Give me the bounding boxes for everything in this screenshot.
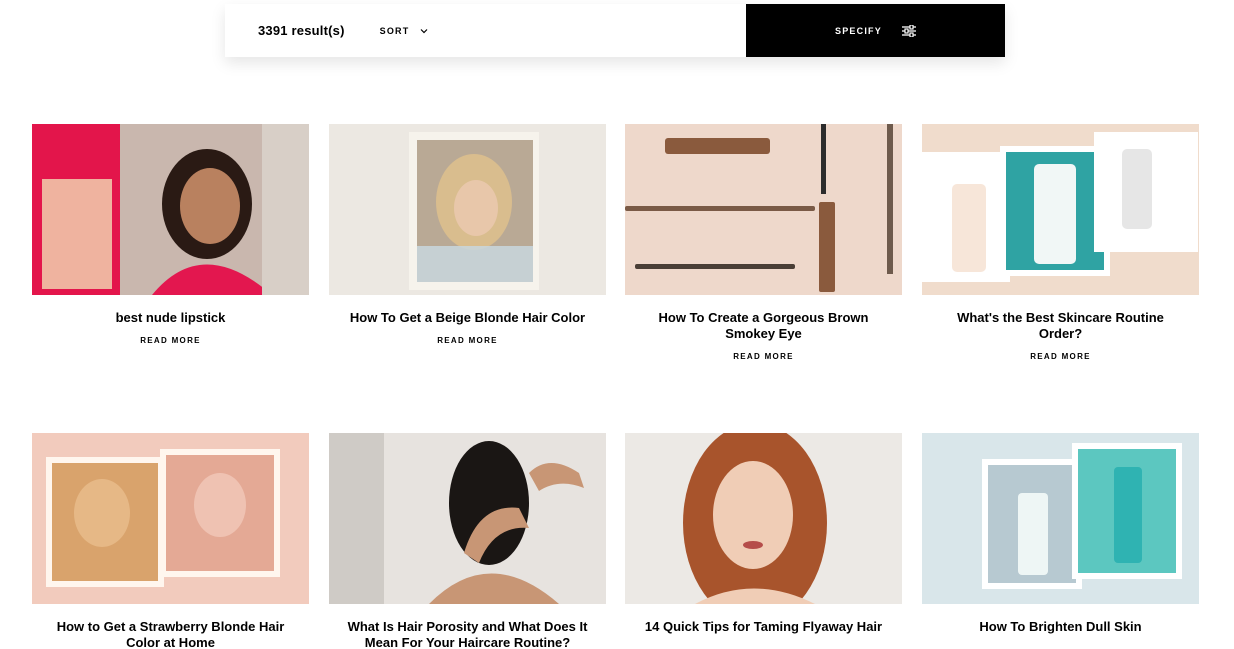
read-more-link[interactable]: READ MORE (140, 336, 201, 345)
article-title[interactable]: 14 Quick Tips for Taming Flyaway Hair (625, 619, 902, 635)
article-card: What's the Best Skincare Routine Order? … (922, 124, 1199, 364)
filter-sliders-icon (901, 24, 916, 37)
results-count: 3391 result(s) (258, 23, 345, 38)
article-card: What Is Hair Porosity and What Does It M… (329, 433, 606, 649)
read-more-link[interactable]: READ MORE (1030, 352, 1091, 361)
article-image[interactable] (32, 433, 309, 604)
article-title[interactable]: How to Get a Strawberry Blonde Hair Colo… (32, 619, 309, 649)
article-image[interactable] (922, 433, 1199, 604)
article-title[interactable]: What's the Best Skincare Routine Order? (922, 310, 1199, 342)
article-image[interactable] (922, 124, 1199, 295)
article-card: 14 Quick Tips for Taming Flyaway Hair (625, 433, 902, 635)
article-title[interactable]: How To Create a Gorgeous Brown Smokey Ey… (625, 310, 902, 342)
article-image[interactable] (329, 433, 606, 604)
article-card: How To Brighten Dull Skin (922, 433, 1199, 635)
article-image[interactable] (625, 124, 902, 295)
specify-label: SPECIFY (835, 25, 882, 36)
specify-button[interactable]: SPECIFY (746, 4, 1005, 57)
article-title[interactable]: best nude lipstick (32, 310, 309, 326)
article-image[interactable] (329, 124, 606, 295)
filter-bar: 3391 result(s) SORT SPECIFY (225, 4, 1005, 57)
chevron-down-icon (421, 28, 428, 33)
read-more-link[interactable]: READ MORE (733, 352, 794, 361)
sort-dropdown[interactable]: SORT (380, 26, 430, 36)
article-title[interactable]: How To Get a Beige Blonde Hair Color (329, 310, 606, 326)
filter-left: 3391 result(s) SORT (225, 4, 746, 57)
article-card: How To Create a Gorgeous Brown Smokey Ey… (625, 124, 902, 364)
article-card: How To Get a Beige Blonde Hair Color REA… (329, 124, 606, 348)
sort-label: SORT (379, 25, 410, 36)
article-image[interactable] (625, 433, 902, 604)
article-title[interactable]: What Is Hair Porosity and What Does It M… (329, 619, 606, 649)
article-title[interactable]: How To Brighten Dull Skin (922, 619, 1199, 635)
article-card: best nude lipstick READ MORE (32, 124, 309, 348)
article-card: How to Get a Strawberry Blonde Hair Colo… (32, 433, 309, 649)
read-more-link[interactable]: READ MORE (437, 336, 498, 345)
article-image[interactable] (32, 124, 309, 295)
